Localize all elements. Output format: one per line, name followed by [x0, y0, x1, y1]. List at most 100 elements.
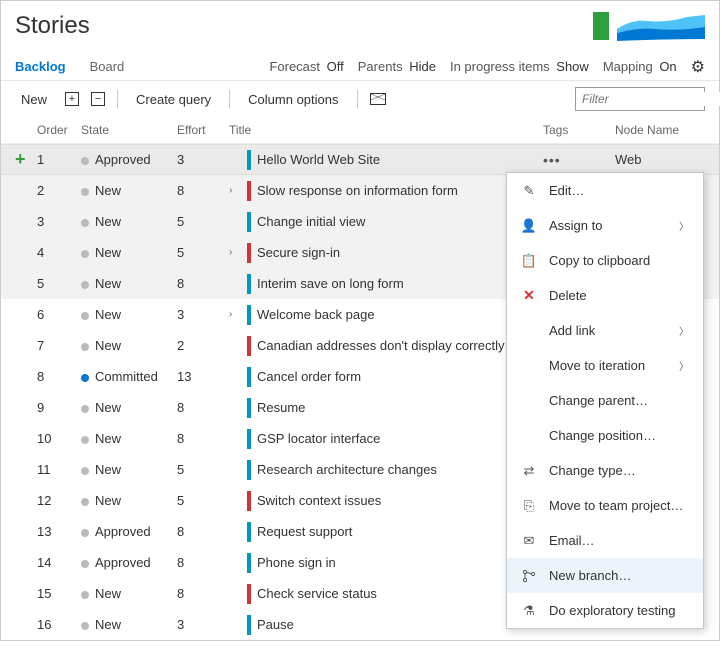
state-dot-icon [81, 498, 89, 506]
type-color-bar [247, 398, 251, 418]
item-title: Check service status [257, 586, 377, 601]
cell-effort: 13 [177, 369, 229, 384]
state-dot-icon [81, 281, 89, 289]
state-dot-icon [81, 188, 89, 196]
menu-new-branch[interactable]: New branch… [507, 558, 703, 593]
gear-icon[interactable]: ⚙ [691, 57, 705, 77]
state-dot-icon [81, 405, 89, 413]
cell-state: New [81, 307, 177, 322]
collapse-all-icon[interactable]: − [91, 92, 105, 106]
type-color-bar [247, 460, 251, 480]
menu-exploratory-testing[interactable]: ⚗Do exploratory testing [507, 593, 703, 628]
item-title: Switch context issues [257, 493, 381, 508]
chevron-right-icon: 〉 [679, 218, 689, 233]
expand-icon[interactable]: › [229, 309, 241, 320]
col-order[interactable]: Order [37, 123, 81, 137]
type-color-bar [247, 584, 251, 604]
cell-order: 16 [37, 617, 81, 632]
type-color-bar [247, 367, 251, 387]
cell-title: Canadian addresses don't display correct… [229, 336, 543, 356]
new-button[interactable]: New [15, 88, 53, 111]
cell-order: 6 [37, 307, 81, 322]
col-effort[interactable]: Effort [177, 123, 229, 137]
type-color-bar [247, 274, 251, 294]
mail-icon[interactable] [370, 93, 386, 105]
cell-state: New [81, 276, 177, 291]
cell-title: Interim save on long form [229, 274, 543, 294]
cell-order: 1 [37, 152, 81, 167]
cell-effort: 8 [177, 431, 229, 446]
menu-email[interactable]: ✉Email… [507, 523, 703, 558]
cell-title: Pause [229, 615, 543, 635]
cell-order: 3 [37, 214, 81, 229]
branch-icon [521, 569, 537, 583]
cell-title: ›Welcome back page [229, 305, 543, 325]
expand-icon[interactable]: › [229, 247, 241, 258]
table-row[interactable]: +1Approved3Hello World Web Site•••Web [1, 144, 719, 175]
menu-delete[interactable]: ✕Delete [507, 278, 703, 313]
item-title: Research architecture changes [257, 462, 437, 477]
col-node[interactable]: Node Name [615, 123, 705, 137]
tab-backlog[interactable]: Backlog [15, 53, 66, 80]
cell-title: Hello World Web Site [229, 150, 543, 170]
menu-add-link[interactable]: Add link〉 [507, 313, 703, 348]
menu-copy[interactable]: 📋Copy to clipboard [507, 243, 703, 278]
more-actions-icon[interactable]: ••• [543, 152, 561, 168]
state-dot-icon [81, 622, 89, 630]
filter-box[interactable]: ⌕ [575, 87, 705, 111]
menu-change-type[interactable]: ⇄Change type… [507, 453, 703, 488]
expand-all-icon[interactable]: + [65, 92, 79, 106]
cell-order: 13 [37, 524, 81, 539]
type-color-bar [247, 150, 251, 170]
option-mapping[interactable]: Mapping On [603, 59, 677, 74]
state-dot-icon [81, 219, 89, 227]
menu-change-parent[interactable]: Change parent… [507, 383, 703, 418]
table-header: Order State Effort Title Tags Node Name [1, 117, 719, 144]
menu-edit[interactable]: ✎Edit… [507, 173, 703, 208]
person-icon: 👤 [521, 218, 537, 234]
cell-title: Resume [229, 398, 543, 418]
menu-move-project[interactable]: ⎘Move to team project… [507, 488, 703, 523]
state-dot-icon [81, 157, 89, 165]
menu-change-position[interactable]: Change position… [507, 418, 703, 453]
cell-title: Phone sign in [229, 553, 543, 573]
option-forecast[interactable]: Forecast Off [269, 59, 343, 74]
filter-input[interactable] [582, 92, 722, 106]
item-title: Pause [257, 617, 294, 632]
menu-assign-to[interactable]: 👤Assign to〉 [507, 208, 703, 243]
cell-order: 10 [37, 431, 81, 446]
cell-effort: 3 [177, 617, 229, 632]
cell-state: New [81, 245, 177, 260]
state-dot-icon [81, 467, 89, 475]
cell-title: Change initial view [229, 212, 543, 232]
col-tags[interactable]: Tags [543, 123, 615, 137]
add-item-icon[interactable]: + [15, 149, 26, 170]
cell-effort: 8 [177, 524, 229, 539]
column-options-button[interactable]: Column options [242, 88, 344, 111]
col-state[interactable]: State [81, 123, 177, 137]
cell-order: 8 [37, 369, 81, 384]
cell-title: › Slow response on information form [229, 181, 543, 201]
option-inprogress[interactable]: In progress items Show [450, 59, 589, 74]
cell-effort: 5 [177, 462, 229, 477]
cell-title: Research architecture changes [229, 460, 543, 480]
cell-state: Approved [81, 524, 177, 539]
cell-title: Switch context issues [229, 491, 543, 511]
expand-icon[interactable]: › [229, 185, 241, 196]
col-title[interactable]: Title [229, 123, 543, 137]
option-parents[interactable]: Parents Hide [358, 59, 436, 74]
type-color-bar [247, 522, 251, 542]
cell-effort: 5 [177, 214, 229, 229]
state-dot-icon [81, 529, 89, 537]
cell-node: Web [615, 152, 705, 167]
cell-state: New [81, 400, 177, 415]
item-title: Request support [257, 524, 352, 539]
create-query-button[interactable]: Create query [130, 88, 217, 111]
tab-board[interactable]: Board [90, 53, 125, 80]
cell-effort: 8 [177, 276, 229, 291]
page-title: Stories [15, 12, 90, 40]
item-title: Slow response on information form [257, 183, 458, 198]
type-color-bar [247, 181, 251, 201]
chart-cumulative-icon [617, 9, 705, 43]
menu-move-iteration[interactable]: Move to iteration〉 [507, 348, 703, 383]
